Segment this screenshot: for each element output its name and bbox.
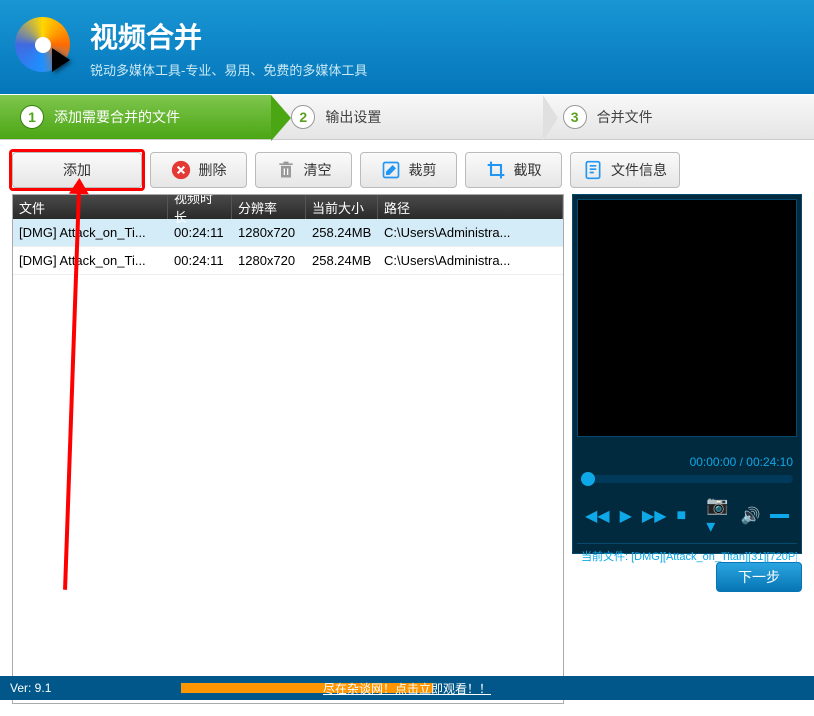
app-logo: [15, 17, 75, 77]
volume-bar[interactable]: [770, 514, 789, 518]
clear-button[interactable]: 清空: [255, 152, 352, 188]
step-2-output-settings[interactable]: 2 输出设置: [271, 95, 542, 139]
footer-link[interactable]: 尽在杂谈网！点击立即观看！！: [323, 680, 491, 697]
file-list-panel: 文件 视频时长 分辨率 当前大小 路径 [DMG] Attack_on_Ti..…: [12, 194, 564, 704]
col-path-header[interactable]: 路径: [378, 195, 563, 219]
current-file-label: 当前文件: [DMG][Attack_on_Titan][31][720P][G…: [577, 543, 797, 568]
table-row[interactable]: [DMG] Attack_on_Ti... 00:24:11 1280x720 …: [13, 219, 563, 247]
col-resolution-header[interactable]: 分辨率: [232, 195, 306, 219]
table-row[interactable]: [DMG] Attack_on_Ti... 00:24:11 1280x720 …: [13, 247, 563, 275]
add-button[interactable]: 添加: [12, 152, 142, 188]
table-body: [DMG] Attack_on_Ti... 00:24:11 1280x720 …: [13, 219, 563, 275]
next-icon[interactable]: ▶▶: [642, 506, 667, 526]
step-number: 3: [563, 105, 587, 129]
app-header: 视频合并 锐动多媒体工具-专业、易用、免费的多媒体工具: [0, 0, 814, 94]
stop-icon[interactable]: ■: [677, 507, 687, 525]
step-1-add-files[interactable]: 1 添加需要合并的文件: [0, 95, 271, 139]
col-duration-header[interactable]: 视频时长: [168, 195, 232, 219]
step-number: 2: [291, 105, 315, 129]
trim-button[interactable]: 裁剪: [360, 152, 457, 188]
edit-icon: [381, 160, 401, 180]
volume-icon[interactable]: 🔊: [741, 506, 761, 526]
preview-panel: 00:00:00 / 00:24:10 ◀◀ ▶ ▶▶ ■ 📷▾ 🔊 当前文件:…: [572, 194, 802, 704]
playback-time: 00:00:00 / 00:24:10: [577, 455, 797, 469]
col-file-header[interactable]: 文件: [13, 195, 168, 219]
info-icon: [583, 160, 603, 180]
play-icon[interactable]: ▶: [620, 506, 632, 526]
video-preview[interactable]: [577, 199, 797, 437]
seek-thumb[interactable]: [581, 472, 595, 486]
app-title: 视频合并: [90, 16, 367, 56]
crop-icon: [486, 160, 506, 180]
version-label: Ver: 9.1: [10, 681, 51, 695]
app-subtitle: 锐动多媒体工具-专业、易用、免费的多媒体工具: [90, 60, 367, 79]
capture-button[interactable]: 截取: [465, 152, 562, 188]
col-size-header[interactable]: 当前大小: [306, 195, 378, 219]
step-3-merge[interactable]: 3 合并文件: [543, 95, 814, 139]
delete-button[interactable]: 删除: [150, 152, 247, 188]
footer: Ver: 9.1 尽在杂谈网！点击立即观看！！: [0, 676, 814, 700]
step-number: 1: [20, 105, 44, 129]
delete-icon: [171, 160, 191, 180]
table-header: 文件 视频时长 分辨率 当前大小 路径: [13, 195, 563, 219]
steps-bar: 1 添加需要合并的文件 2 输出设置 3 合并文件: [0, 94, 814, 140]
file-info-button[interactable]: 文件信息: [570, 152, 680, 188]
seek-slider[interactable]: [581, 475, 793, 483]
camera-icon[interactable]: 📷▾: [706, 495, 730, 537]
prev-icon[interactable]: ◀◀: [585, 506, 610, 526]
trash-icon: [276, 160, 296, 180]
toolbar: 添加 删除 清空 裁剪 截取 文件信息: [12, 152, 802, 188]
